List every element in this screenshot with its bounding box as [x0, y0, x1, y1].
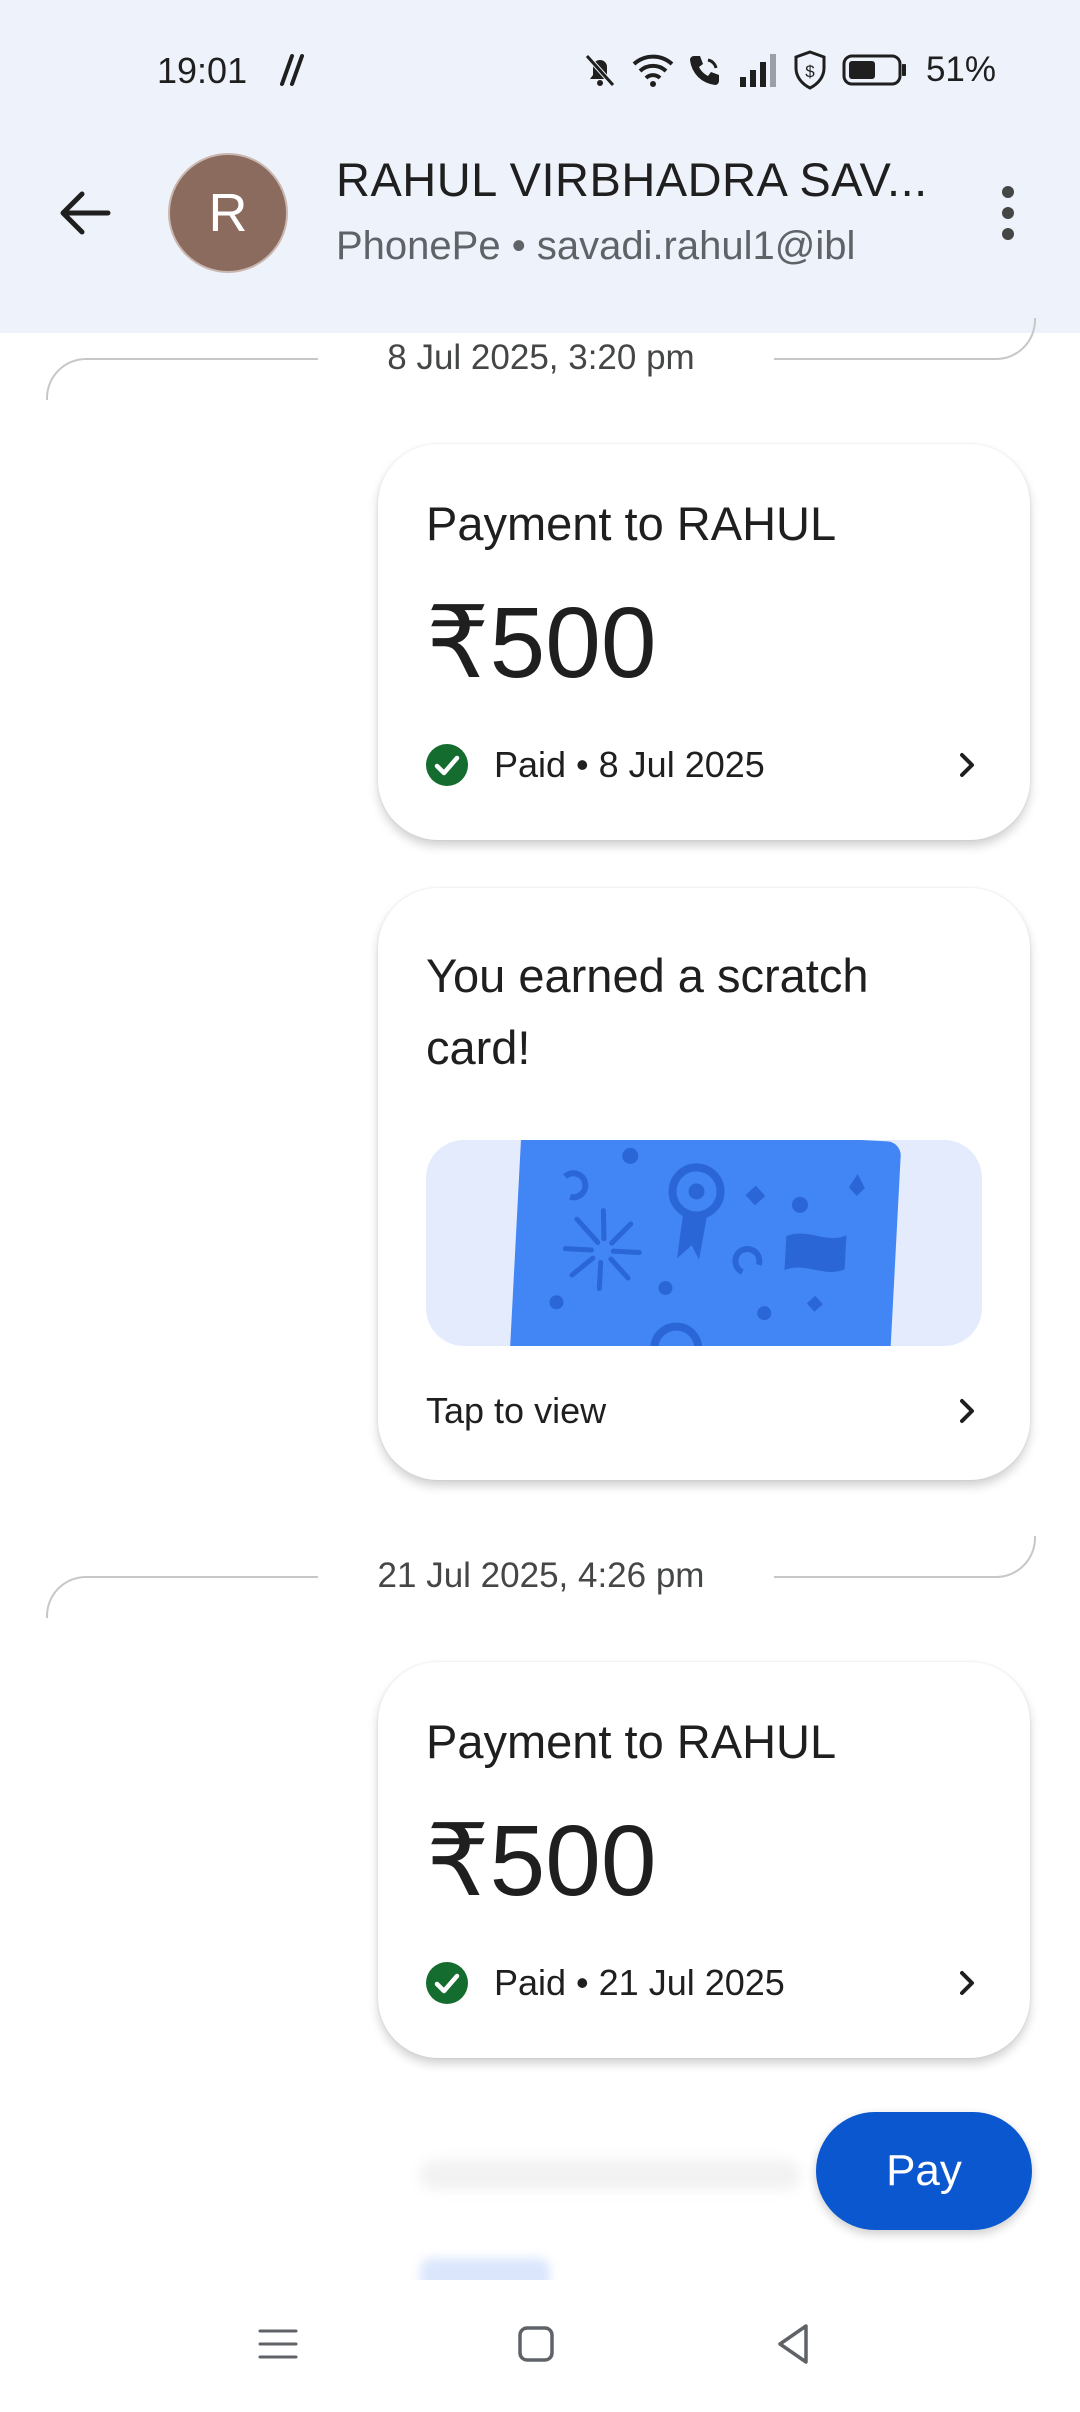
svg-text:$: $ [805, 62, 815, 81]
status-bar: 19:01 $ 51% [0, 0, 1080, 140]
check-circle-icon [426, 744, 468, 786]
contact-upi-id: PhonePe • savadi.rahul1@ibl [336, 224, 856, 268]
payment-card[interactable]: Payment to RAHUL ₹500 Paid • 21 Jul 2025 [378, 1662, 1030, 2058]
back-arrow-icon[interactable] [52, 180, 118, 246]
payment-status: Paid • 8 Jul 2025 [494, 744, 765, 785]
payment-title: Payment to RAHUL [426, 1715, 837, 1768]
pay-button[interactable]: Pay [816, 2112, 1032, 2230]
avatar[interactable]: R [168, 153, 288, 273]
date-separator-label: 8 Jul 2025, 3:20 pm [387, 338, 695, 377]
system-nav-bar [0, 2280, 1080, 2412]
chevron-right-icon[interactable] [952, 1968, 982, 1998]
clock: 19:01 [157, 50, 248, 91]
payment-status-row: Paid • 21 Jul 2025 [426, 1962, 982, 2004]
back-triangle-icon[interactable] [764, 2314, 824, 2374]
contact-name[interactable]: RAHUL VIRBHADRA SAV... [336, 152, 928, 207]
tap-to-view-label: Tap to view [426, 1390, 607, 1431]
battery-percent: 51% [925, 50, 996, 89]
avatar-letter: R [208, 183, 248, 243]
payment-status: Paid • 21 Jul 2025 [494, 1962, 785, 2003]
chevron-right-icon[interactable] [952, 750, 982, 780]
battery-icon [842, 54, 906, 86]
chevron-right-icon[interactable] [952, 1396, 982, 1426]
wifi-calling-icon [689, 56, 719, 85]
nfc-icon [280, 54, 304, 86]
payment-card[interactable]: Payment to RAHUL ₹500 Paid • 8 Jul 2025 [378, 444, 1030, 840]
date-separator: 21 Jul 2025, 4:26 pm [46, 1536, 1036, 1618]
status-icons: $ 51% [582, 48, 996, 92]
app-header: 19:01 $ 51% R RAHUL VIRBHADRA SAV... Pho… [0, 0, 1080, 333]
date-separator-label: 21 Jul 2025, 4:26 pm [377, 1556, 705, 1595]
recents-menu-icon[interactable] [248, 2314, 308, 2374]
scratch-card-title: You earned a scratch card! [426, 949, 869, 1074]
payment-title: Payment to RAHUL [426, 497, 837, 550]
mute-bell-icon [585, 54, 615, 87]
more-options-icon[interactable] [990, 180, 1026, 246]
scratch-card-action-row[interactable]: Tap to view [426, 1390, 982, 1432]
home-icon[interactable] [506, 2314, 566, 2374]
payment-amount: ₹500 [426, 1805, 657, 1917]
payment-amount: ₹500 [426, 587, 657, 699]
payment-shield-icon: $ [794, 50, 826, 90]
scratch-card-illustration [509, 1140, 901, 1346]
scratch-card-preview[interactable] [426, 1140, 982, 1346]
payment-status-row: Paid • 8 Jul 2025 [426, 744, 982, 786]
date-separator: 8 Jul 2025, 3:20 pm [46, 318, 1036, 400]
scratch-card-message[interactable]: You earned a scratch card! Tap to view [378, 888, 1030, 1480]
wifi-icon [632, 54, 674, 87]
check-circle-icon [426, 1962, 468, 2004]
faded-message-preview [420, 2160, 800, 2190]
signal-icon [739, 54, 776, 87]
